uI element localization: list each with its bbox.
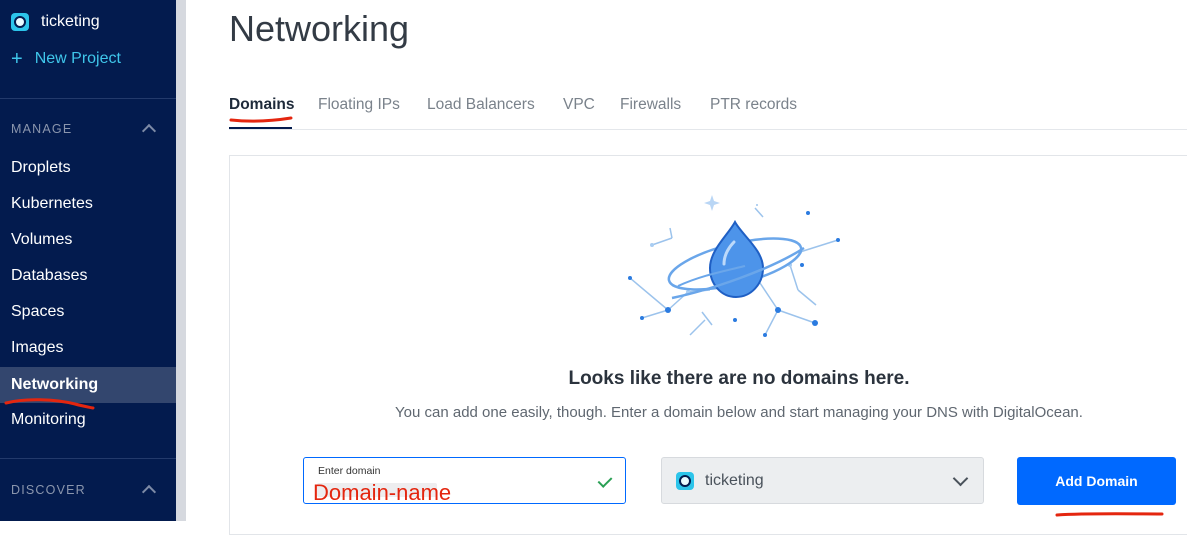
active-tab-indicator: [229, 127, 292, 129]
sidebar-item-monitoring[interactable]: Monitoring: [0, 402, 176, 438]
new-project-button[interactable]: + New Project: [11, 48, 121, 70]
plus-icon: +: [11, 48, 23, 70]
project-select[interactable]: ticketing: [661, 457, 984, 504]
discover-section-toggle[interactable]: DISCOVER: [11, 483, 158, 500]
sidebar-item-label: Networking: [11, 376, 99, 393]
tab-vpc[interactable]: VPC: [563, 96, 595, 114]
new-project-label: New Project: [34, 50, 121, 67]
sidebar-item-label: Spaces: [11, 303, 65, 320]
sidebar-divider: [0, 458, 176, 459]
sidebar-item-label: Monitoring: [11, 411, 86, 428]
chevron-up-icon: [141, 484, 157, 500]
sidebar-item-volumes[interactable]: Volumes: [0, 222, 176, 258]
sidebar-divider: [0, 98, 176, 99]
manage-section-label: MANAGE: [11, 122, 73, 136]
sidebar-item-images[interactable]: Images: [0, 330, 176, 366]
tab-floating-ips[interactable]: Floating IPs: [318, 96, 400, 114]
annotation-text: Domain-name: [313, 480, 452, 505]
empty-state-subtitle: You can add one easily, though. Enter a …: [395, 404, 1083, 421]
tab-load-balancers[interactable]: Load Balancers: [427, 96, 535, 114]
manage-section-toggle[interactable]: MANAGE: [11, 122, 158, 139]
sidebar: ticketing + New Project MANAGE Droplets …: [0, 0, 176, 521]
droplet-planet-illustration: [628, 195, 840, 337]
tab-domains[interactable]: Domains: [229, 96, 294, 114]
project-name: ticketing: [41, 13, 100, 30]
project-icon: [676, 471, 694, 490]
sidebar-item-label: Databases: [11, 267, 88, 284]
discover-section-label: DISCOVER: [11, 483, 86, 497]
project-select-value: ticketing: [705, 471, 764, 489]
sidebar-item-networking[interactable]: Networking: [0, 367, 176, 403]
sidebar-item-droplets[interactable]: Droplets: [0, 150, 176, 186]
chevron-down-icon: [952, 470, 969, 487]
domain-field-label: Enter domain: [318, 465, 381, 477]
sidebar-scroll-gutter: [176, 0, 186, 521]
sidebar-item-label: Volumes: [11, 231, 73, 248]
empty-state-title: Looks like there are no domains here.: [568, 368, 910, 389]
sidebar-item-databases[interactable]: Databases: [0, 258, 176, 294]
page-title: Networking: [229, 8, 410, 49]
tab-bar: Domains Floating IPs Load Balancers VPC …: [229, 93, 1187, 130]
add-domain-button[interactable]: Add Domain: [1017, 457, 1176, 505]
sidebar-item-label: Droplets: [11, 159, 71, 176]
tab-ptr-records[interactable]: PTR records: [710, 96, 797, 114]
sidebar-item-label: Images: [11, 339, 64, 356]
project-link[interactable]: ticketing: [11, 12, 100, 32]
sidebar-item-spaces[interactable]: Spaces: [0, 294, 176, 330]
sidebar-item-kubernetes[interactable]: Kubernetes: [0, 186, 176, 222]
tab-firewalls[interactable]: Firewalls: [620, 96, 681, 114]
project-icon: [11, 13, 29, 31]
sidebar-item-label: Kubernetes: [11, 195, 93, 212]
chevron-up-icon: [141, 123, 157, 139]
check-icon: [597, 473, 613, 488]
